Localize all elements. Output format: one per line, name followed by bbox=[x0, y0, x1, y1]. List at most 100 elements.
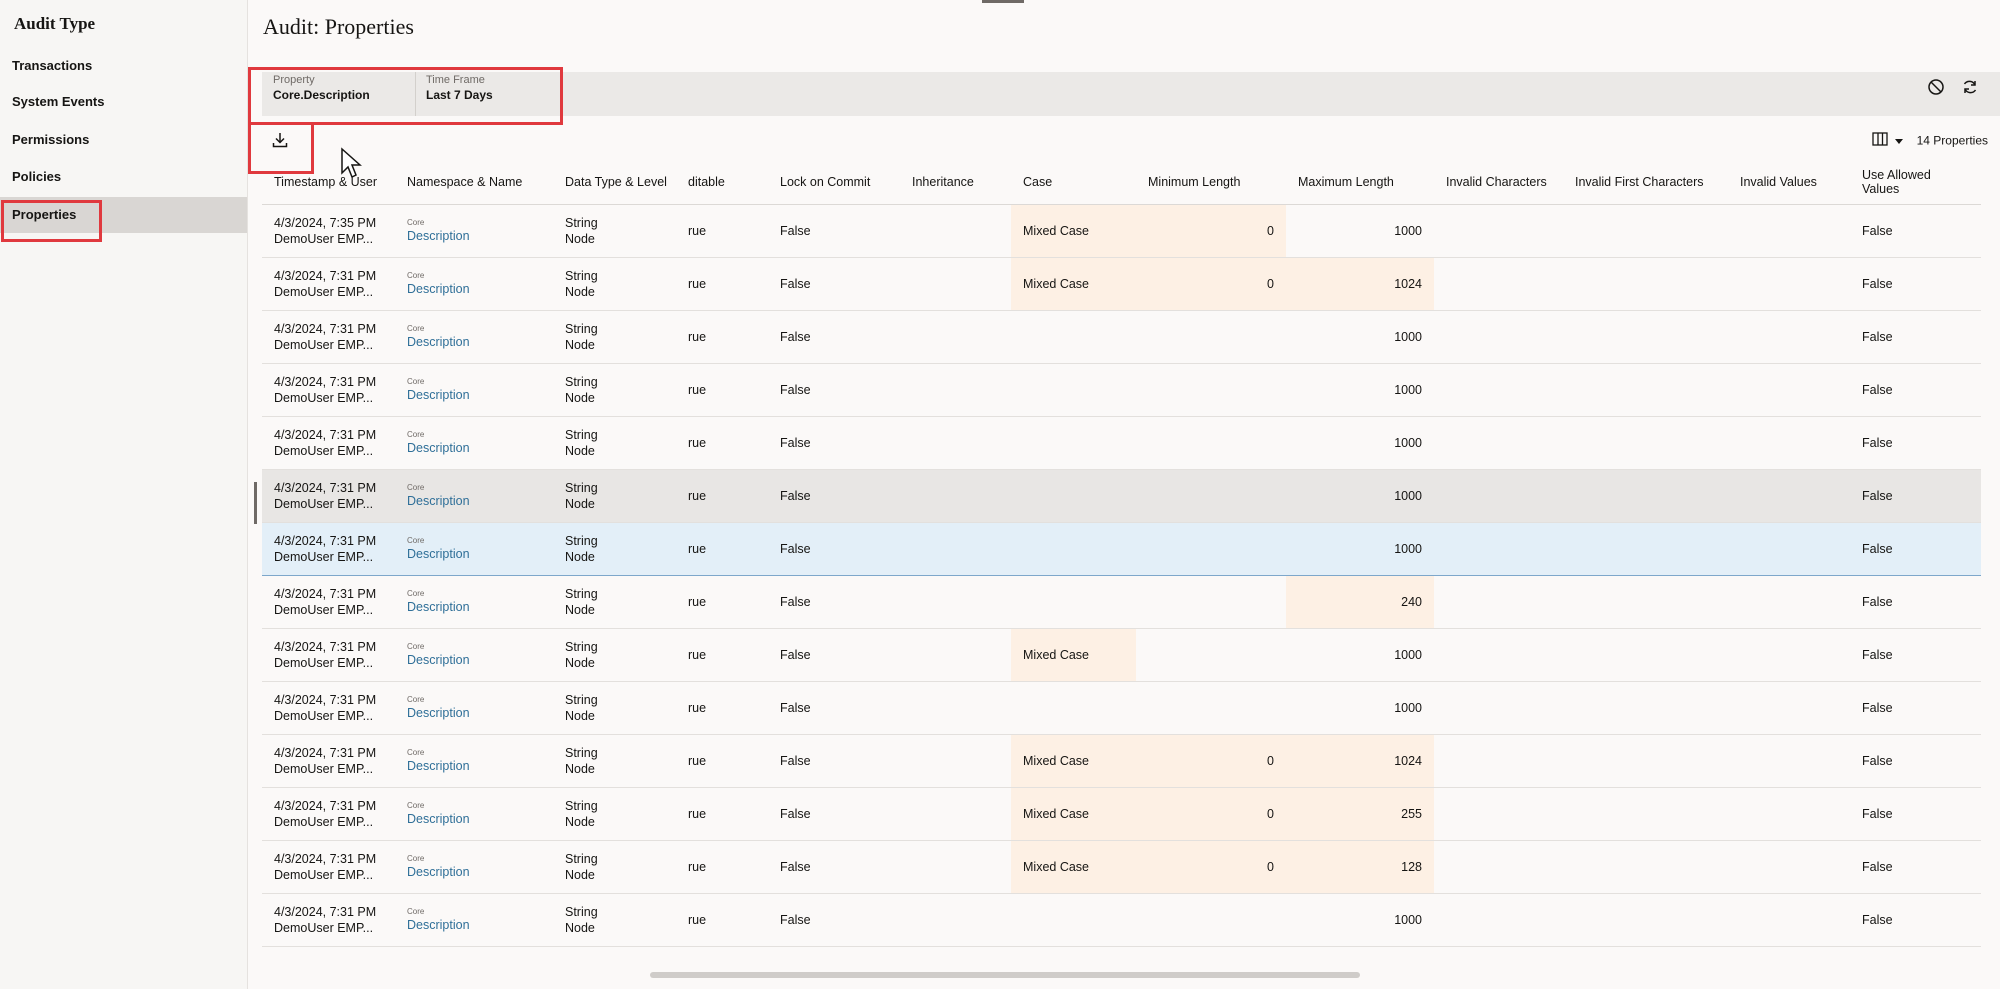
timestamp: 4/3/2024, 7:31 PM bbox=[274, 639, 377, 654]
property-name-link[interactable]: Description bbox=[407, 758, 541, 774]
property-filter-value: Core.Description bbox=[273, 88, 370, 102]
col-header-data-type-level[interactable]: Data Type & Level bbox=[553, 160, 688, 205]
cell-timestamp-user: 4/3/2024, 7:31 PM DemoUser EMP... bbox=[262, 521, 395, 576]
horizontal-scrollbar[interactable] bbox=[650, 972, 1360, 978]
level: Node bbox=[565, 920, 595, 935]
cell-editable: rue bbox=[688, 310, 768, 364]
table-row[interactable]: 4/3/2024, 7:31 PM DemoUser EMP... Core Desc… bbox=[262, 257, 1981, 311]
cell-invalid-values bbox=[1728, 310, 1850, 364]
table-row[interactable]: 4/3/2024, 7:31 PM DemoUser EMP... Core Desc… bbox=[262, 469, 1981, 523]
cell-case bbox=[1011, 310, 1136, 364]
cell-editable: rue bbox=[688, 204, 768, 258]
cell-timestamp-user: 4/3/2024, 7:35 PM DemoUser EMP... bbox=[262, 204, 395, 258]
property-name-link[interactable]: Description bbox=[407, 864, 541, 880]
cell-invalid-first-characters bbox=[1563, 893, 1728, 947]
user: DemoUser EMP... bbox=[274, 337, 374, 352]
level: Node bbox=[565, 549, 595, 564]
cell-case bbox=[1011, 416, 1136, 470]
namespace: Core bbox=[407, 641, 425, 651]
cell-invalid-values bbox=[1728, 734, 1850, 788]
property-name-link[interactable]: Description bbox=[407, 705, 541, 721]
property-name-link[interactable]: Description bbox=[407, 546, 541, 562]
table-row[interactable]: 4/3/2024, 7:31 PM DemoUser EMP... Core Desc… bbox=[262, 734, 1981, 788]
table-row[interactable]: 4/3/2024, 7:35 PM DemoUser EMP... Core Desc… bbox=[262, 204, 1981, 258]
col-header-minimum-length[interactable]: Minimum Length bbox=[1136, 160, 1286, 205]
sidebar-item-properties[interactable]: Properties bbox=[0, 197, 247, 233]
property-filter[interactable]: Property Core.Description bbox=[273, 74, 370, 114]
cell-namespace-name: Core Description bbox=[395, 363, 553, 417]
time-frame-filter-label: Time Frame bbox=[426, 74, 485, 86]
cell-editable: rue bbox=[688, 681, 768, 735]
cell-invalid-values bbox=[1728, 257, 1850, 311]
table-row[interactable]: 4/3/2024, 7:31 PM DemoUser EMP... Core Desc… bbox=[262, 575, 1981, 629]
property-name-link[interactable]: Description bbox=[407, 387, 541, 403]
cell-namespace-name: Core Description bbox=[395, 787, 553, 841]
sidebar-item-system-events[interactable]: System Events bbox=[0, 84, 247, 120]
property-name-link[interactable]: Description bbox=[407, 334, 541, 350]
col-header-inheritance[interactable]: Inheritance bbox=[900, 160, 1011, 205]
cell-editable: rue bbox=[688, 787, 768, 841]
property-name-link[interactable]: Description bbox=[407, 493, 541, 509]
data-type: String bbox=[565, 374, 598, 389]
table-row[interactable]: 4/3/2024, 7:31 PM DemoUser EMP... Core Desc… bbox=[262, 681, 1981, 735]
col-header-namespace-name[interactable]: Namespace & Name bbox=[395, 160, 553, 205]
user: DemoUser EMP... bbox=[274, 390, 374, 405]
col-header-invalid-first-characters[interactable]: Invalid First Characters bbox=[1563, 160, 1728, 205]
table-row[interactable]: 4/3/2024, 7:31 PM DemoUser EMP... Core Desc… bbox=[262, 416, 1981, 470]
columns-icon[interactable] bbox=[1872, 132, 1888, 149]
cell-timestamp-user: 4/3/2024, 7:31 PM DemoUser EMP... bbox=[262, 681, 395, 735]
table-row[interactable]: 4/3/2024, 7:31 PM DemoUser EMP... Core Desc… bbox=[262, 363, 1981, 417]
chevron-down-icon[interactable] bbox=[1895, 134, 1904, 148]
user: DemoUser EMP... bbox=[274, 231, 374, 246]
property-name-link[interactable]: Description bbox=[407, 281, 541, 297]
cell-minimum-length bbox=[1136, 363, 1286, 417]
time-frame-filter[interactable]: Time Frame Last 7 Days bbox=[426, 74, 493, 114]
property-name-link[interactable]: Description bbox=[407, 917, 541, 933]
cell-inheritance bbox=[900, 734, 1011, 788]
cell-maximum-length: 240 bbox=[1286, 575, 1434, 629]
col-header-editable[interactable]: ditable bbox=[688, 160, 768, 205]
property-name-link[interactable]: Description bbox=[407, 440, 541, 456]
property-name-link[interactable]: Description bbox=[407, 652, 541, 668]
property-name-link[interactable]: Description bbox=[407, 228, 541, 244]
property-name-link[interactable]: Description bbox=[407, 811, 541, 827]
cell-timestamp-user: 4/3/2024, 7:31 PM DemoUser EMP... bbox=[262, 787, 395, 841]
clear-filter-icon[interactable] bbox=[1927, 78, 1945, 101]
cell-editable: rue bbox=[688, 363, 768, 417]
property-name-link[interactable]: Description bbox=[407, 599, 541, 615]
table-row[interactable]: 4/3/2024, 7:31 PM DemoUser EMP... Core Desc… bbox=[262, 840, 1981, 894]
col-header-invalid-characters[interactable]: Invalid Characters bbox=[1434, 160, 1563, 205]
sidebar-item-policies[interactable]: Policies bbox=[0, 159, 247, 195]
audit-type-sidebar: Audit Type Transactions System Events Pe… bbox=[0, 0, 248, 989]
col-header-case[interactable]: Case bbox=[1011, 160, 1136, 205]
cell-use-allowed-values: False bbox=[1850, 204, 1981, 258]
table-row[interactable]: 4/3/2024, 7:31 PM DemoUser EMP... Core Desc… bbox=[262, 310, 1981, 364]
table-row[interactable]: 4/3/2024, 7:31 PM DemoUser EMP... Core Desc… bbox=[262, 787, 1981, 841]
data-type: String bbox=[565, 851, 598, 866]
user: DemoUser EMP... bbox=[274, 549, 374, 564]
table-row[interactable]: 4/3/2024, 7:31 PM DemoUser EMP... Core Desc… bbox=[262, 628, 1981, 682]
top-drag-handle[interactable] bbox=[982, 0, 1024, 3]
table-row[interactable]: 4/3/2024, 7:31 PM DemoUser EMP... Core Desc… bbox=[262, 893, 1981, 947]
col-header-use-allowed-values[interactable]: Use Allowed Values bbox=[1850, 160, 1981, 205]
namespace: Core bbox=[407, 535, 425, 545]
cell-timestamp-user: 4/3/2024, 7:31 PM DemoUser EMP... bbox=[262, 310, 395, 364]
download-icon[interactable] bbox=[271, 131, 289, 154]
user: DemoUser EMP... bbox=[274, 708, 374, 723]
col-header-maximum-length[interactable]: Maximum Length bbox=[1286, 160, 1434, 205]
cell-case: Mixed Case bbox=[1011, 628, 1136, 682]
cell-invalid-values bbox=[1728, 575, 1850, 629]
sidebar-item-transactions[interactable]: Transactions bbox=[0, 48, 247, 84]
cell-maximum-length: 1024 bbox=[1286, 257, 1434, 311]
cell-use-allowed-values: False bbox=[1850, 363, 1981, 417]
sidebar-item-permissions[interactable]: Permissions bbox=[0, 122, 247, 158]
cell-invalid-first-characters bbox=[1563, 469, 1728, 523]
table-row[interactable]: 4/3/2024, 7:31 PM DemoUser EMP... Core Desc… bbox=[262, 521, 1981, 576]
properties-audit-table: Timestamp & User Namespace & Name Data T… bbox=[262, 160, 1981, 947]
col-header-invalid-values[interactable]: Invalid Values bbox=[1728, 160, 1850, 205]
data-type: String bbox=[565, 215, 598, 230]
col-header-timestamp-user[interactable]: Timestamp & User bbox=[262, 160, 395, 205]
cell-invalid-values bbox=[1728, 628, 1850, 682]
refresh-icon[interactable] bbox=[1961, 78, 1979, 101]
col-header-lock-on-commit[interactable]: Lock on Commit bbox=[768, 160, 900, 205]
